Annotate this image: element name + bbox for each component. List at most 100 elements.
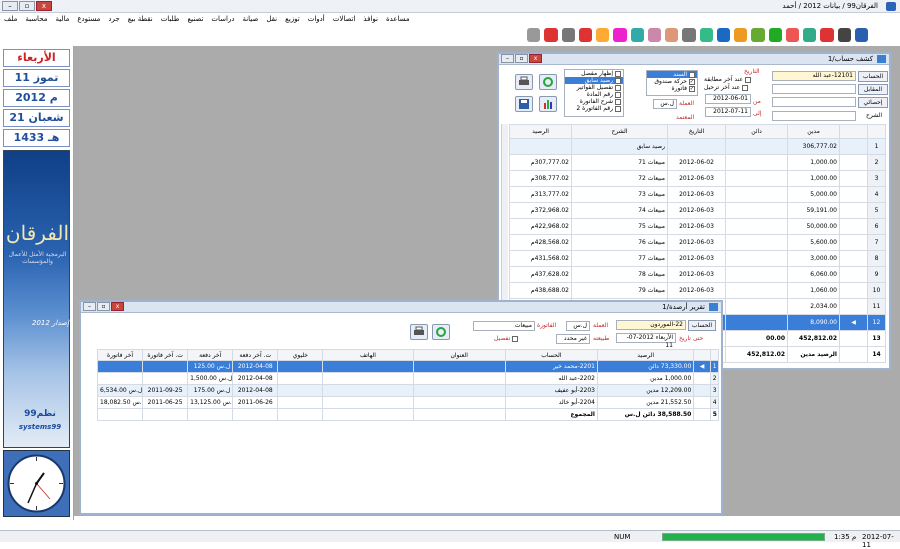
display-option-checkbox[interactable]: ✓ [615,77,621,84]
menu-item-14[interactable]: نوافذ [359,14,382,26]
menu-item-11[interactable]: توزيع [281,14,304,26]
col-header-address[interactable]: العنوان [412,349,506,361]
col-header-desc[interactable]: الشرح [571,124,668,139]
toolbar-pen-button[interactable] [837,28,851,42]
toolbar-plant-button[interactable] [751,28,765,42]
opt-last-transfer-checkbox[interactable] [742,84,749,91]
toolbar-cart-button[interactable] [716,28,730,42]
col-header-rownum[interactable] [867,124,886,139]
toolbar-doc-button[interactable] [785,28,799,42]
col-header-balance[interactable]: الرصيد [509,124,572,139]
balances-report-titlebar[interactable]: – ▫ x تقرير أرصدة/1 [81,302,721,313]
col-header-last-payment[interactable]: آخر دفعة [187,349,234,361]
counter-account-field[interactable] [772,84,856,94]
table-row[interactable]: 308,777.02م مبيعات 72 2012-06-03 1,000.00 3 [509,170,886,187]
doc-type-checkbox[interactable]: ✓ [689,71,695,78]
w1-minimize-button[interactable]: – [501,54,514,63]
menu-item-3[interactable]: مستودع [73,14,104,26]
display-option-checkbox[interactable] [615,105,621,112]
counter-account-button[interactable]: المقابل [858,84,888,95]
col-header-last-payment-date[interactable]: ت. آخر دفعة [232,349,279,361]
table-row[interactable]: 422,968.02م مبيعات 75 2012-06-03 50,000.00 6 [509,218,886,235]
toolbar-bell-button[interactable] [613,28,627,42]
nature-field[interactable]: غير محدد [556,334,590,344]
table-row[interactable]: 438,688.02م مبيعات 79 2012-06-03 1,060.00 10 [509,282,886,299]
report-account-button[interactable]: الحساب [688,320,716,331]
display-option-item[interactable]: ✓رصيد سابق [565,77,623,84]
menu-item-9[interactable]: صيانة [238,14,262,26]
opt-last-transfer[interactable]: عند آخر ترحيل [704,84,749,91]
col-header-last-invoice[interactable]: آخر فاتورة [96,349,144,361]
display-option-checkbox[interactable] [615,98,621,105]
toolbar-chart-button[interactable] [699,28,713,42]
w2-minimize-button[interactable]: – [83,302,96,311]
report-refresh-button[interactable] [432,324,450,340]
report-currency-field[interactable]: ل.س [566,321,590,331]
report-account-field[interactable]: 22-الموردون [616,320,686,330]
menu-item-7[interactable]: تصنيع [183,14,207,26]
table-row[interactable]: 437,628.02م مبيعات 78 2012-06-03 6,060.00 9 [509,266,886,283]
save-button[interactable] [515,96,533,112]
toolbar-book-button[interactable] [854,28,868,42]
menu-item-1[interactable]: محاسبة [21,14,51,26]
doc-type-item[interactable]: ✓فاتورة [647,85,697,92]
table-row[interactable]: 313,777.02م مبيعات 73 2012-06-03 5,000.00 4 [509,186,886,203]
col-header-marker[interactable] [693,349,711,361]
from-date-field[interactable]: 2012-06-01 [705,94,751,104]
toolbar-gear-button[interactable] [578,28,592,42]
toolbar-edit-button[interactable] [820,28,834,42]
table-row[interactable]: 431,568.02م مبيعات 77 2012-06-03 3,000.00 8 [509,250,886,267]
toolbar-brush-button[interactable] [803,28,817,42]
table-row[interactable]: 428,568.02م مبيعات 76 2012-06-03 5,600.00 7 [509,234,886,251]
table-row[interactable]: 372,968.02م مبيعات 74 2012-06-03 59,191.00 5 [509,202,886,219]
toolbar-truck-button[interactable] [630,28,644,42]
col-header-debit[interactable]: مدين [787,124,840,139]
col-header-phone[interactable]: الهاتف [322,349,414,361]
w1-close-button[interactable]: x [529,54,542,63]
menu-item-10[interactable]: نقل [262,14,281,26]
display-option-item[interactable]: تفصيل الفواتير [565,84,623,91]
doc-type-checkbox[interactable]: ✓ [689,85,695,92]
col-header-rownum[interactable] [709,349,720,361]
toolbar-cube-button[interactable] [734,28,748,42]
table-row[interactable]: رصيد سابق 306,777.02 1 [509,138,886,155]
col-header-mobile[interactable]: خليوي [277,349,324,361]
opt-last-match[interactable]: عند آخر مطابقة [704,76,751,83]
close-button[interactable]: x [36,1,52,11]
menu-item-5[interactable]: نقطة بيع [124,14,157,26]
toolbar-lock-button[interactable] [544,28,558,42]
table-row[interactable]: 6,534.00 ل.س 2011-09-25 175.00 ل.س 2012-04-… [96,384,720,397]
table-row[interactable]: 1,500.00 ل.س 2012-04-08 2202-عبد الله 1,000… [96,372,720,385]
refresh-button[interactable] [539,74,557,90]
description-field[interactable] [772,111,856,121]
doc-type-item[interactable]: ✓حركة صندوق [647,78,697,85]
table-row[interactable]: 18,082.50 ل.س...2011-06-2513,125.00 ل.س2… [96,396,720,409]
print-button[interactable] [515,74,533,90]
toolbar-box-button[interactable] [596,28,610,42]
restore-button[interactable]: ▫ [19,1,35,11]
doc-type-list[interactable]: ✓السند ✓حركة صندوق ✓فاتورة [646,70,698,96]
account-statement-titlebar[interactable]: – ▫ x كشف حساب/1 [499,54,889,65]
display-option-checkbox[interactable] [615,84,621,91]
w2-restore-button[interactable]: ▫ [97,302,110,311]
menu-item-0[interactable]: ملف [0,14,21,26]
account-button[interactable]: الحساب [858,71,888,82]
until-date-field[interactable]: الأربعاء 2012-07-11 [616,333,676,349]
menu-item-6[interactable]: طلبات [157,14,184,26]
display-option-item[interactable]: رقم الفاتورة 2 [565,105,623,112]
doc-type-checkbox[interactable]: ✓ [689,78,695,85]
col-header-balance[interactable]: الرصيد [596,349,695,361]
chart-button[interactable] [539,96,557,112]
account-field[interactable]: 12101-عبد الله [772,71,856,81]
toolbar-power-button[interactable] [527,28,541,42]
display-option-checkbox[interactable] [615,70,621,77]
detail-checkbox[interactable] [512,335,519,342]
table-row[interactable]: 307,777.02م مبيعات 71 2012-06-02 1,000.00 2 [509,154,886,171]
menu-item-8[interactable]: دراسات [207,14,238,26]
menu-item-2[interactable]: مالية [51,14,73,26]
menu-item-12[interactable]: أدوات [304,14,329,26]
to-date-field[interactable]: 2012-07-11 [705,107,751,117]
menu-item-4[interactable]: جرد [104,14,123,26]
stats-field[interactable] [772,97,856,107]
table-row[interactable]: 125.00 ل.س 2012-04-08 2201-محمد خير 73,330.… [96,360,720,373]
